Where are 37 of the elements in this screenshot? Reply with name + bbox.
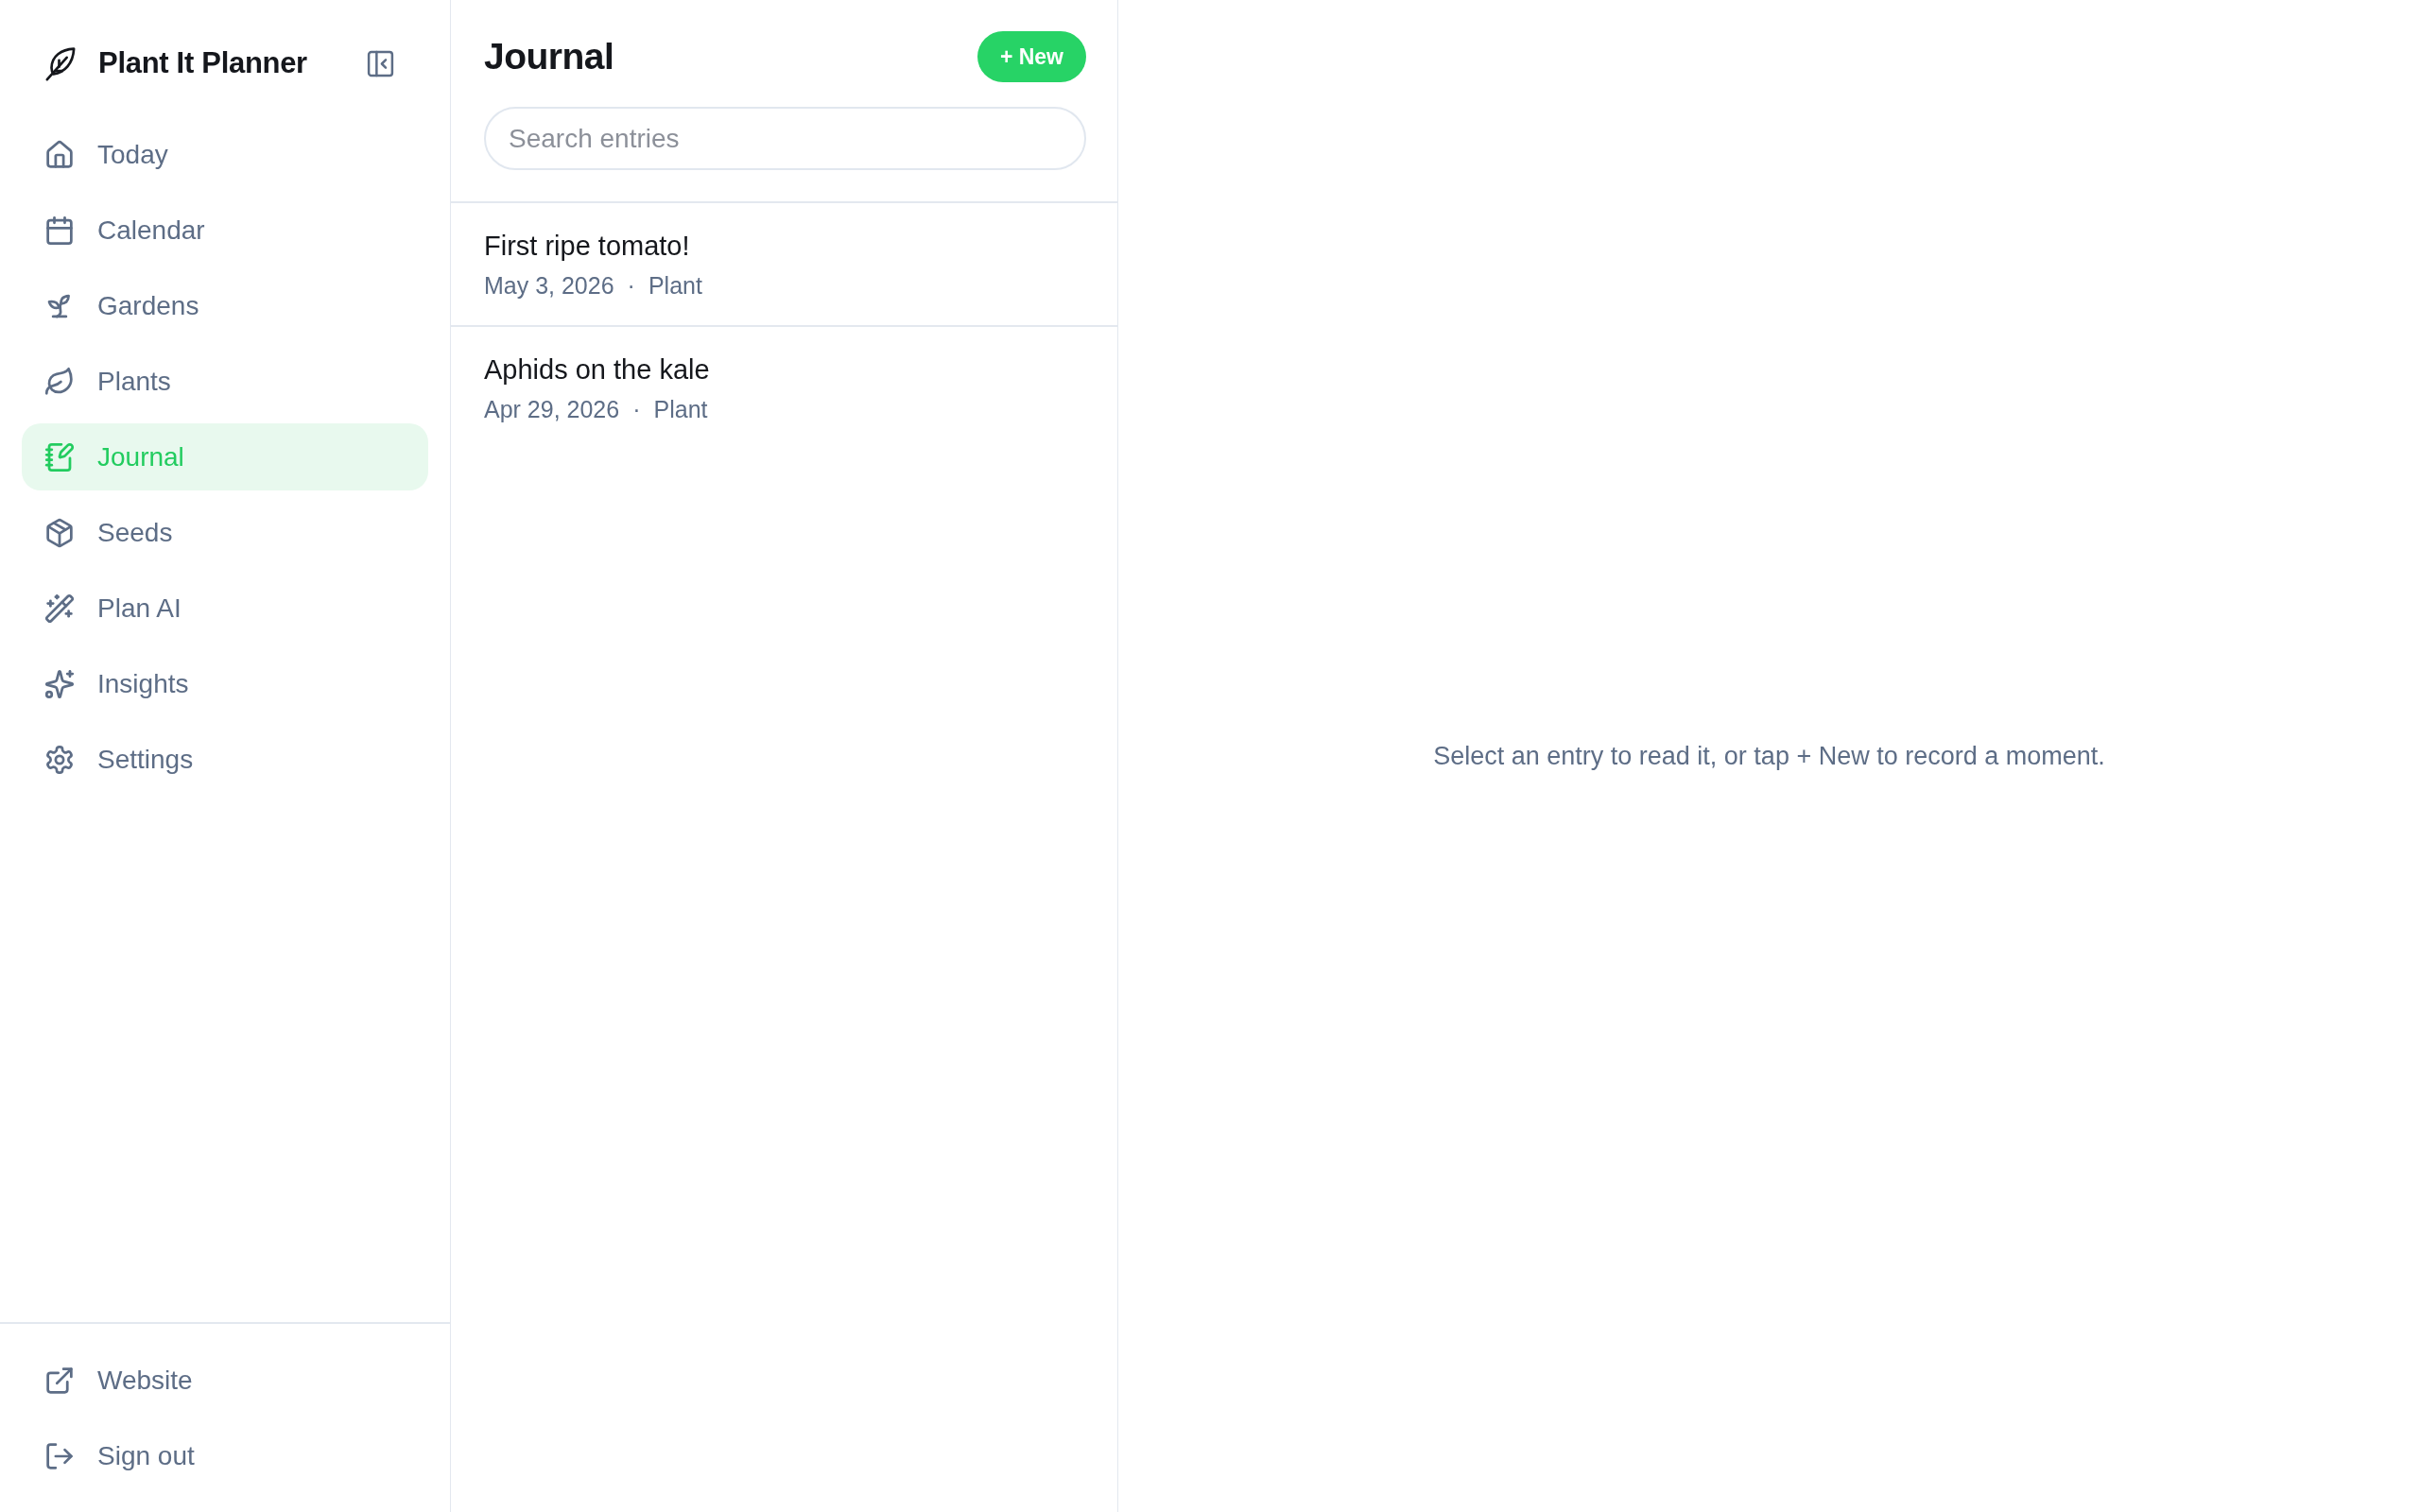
nav-item[interactable]: Plan AI [22,575,428,642]
sign-out-icon [46,1442,73,1469]
separator-dot: · [627,271,635,300]
settings-icon [46,746,73,773]
nav-item[interactable]: Calendar [22,197,428,264]
entry-category: Plant [648,271,702,300]
leaf-logo-icon [45,46,76,80]
magic-wand-icon [46,594,73,622]
separator-dot: · [632,395,641,423]
external-link-icon [46,1366,73,1394]
entry-date: May 3, 2026 [484,271,614,300]
sparkles-icon [46,670,73,697]
sprout-icon [46,292,73,319]
journal-title: Journal [484,36,614,77]
nav-item[interactable]: Gardens [22,272,428,339]
search-field[interactable]: Search entries [484,107,1086,170]
nav-item[interactable]: Settings [22,726,428,793]
entry-title: Aphids on the kale [484,353,711,386]
calendar-icon [46,216,73,244]
entry-date: Apr 29, 2026 [484,395,620,423]
footer-link[interactable]: Sign out [22,1422,428,1489]
panel-collapse-icon [368,50,393,77]
house-icon [46,141,73,168]
entry-category: Plant [653,395,708,423]
footer-link[interactable]: Website [22,1347,428,1414]
notebook-pen-icon [46,443,73,471]
package-icon [46,519,73,546]
app-name: Plant It Planner [98,46,307,80]
empty-state-message: Select an entry to read it, or tap + New to record a moment. [1433,741,2105,771]
nav-item[interactable]: Insights [22,650,428,717]
entry-title: First ripe tomato! [484,230,691,262]
nav-item[interactable]: Seeds [22,499,428,566]
nav-item[interactable]: Today [22,121,428,188]
nav-item[interactable]: Plants [22,348,428,415]
leaf-icon [46,368,73,395]
journal-entry[interactable]: Aphids on the kale Apr 29, 2026 · Plant [451,325,1117,449]
journal-entry[interactable]: First ripe tomato! May 3, 2026 · Plant [451,203,1117,325]
